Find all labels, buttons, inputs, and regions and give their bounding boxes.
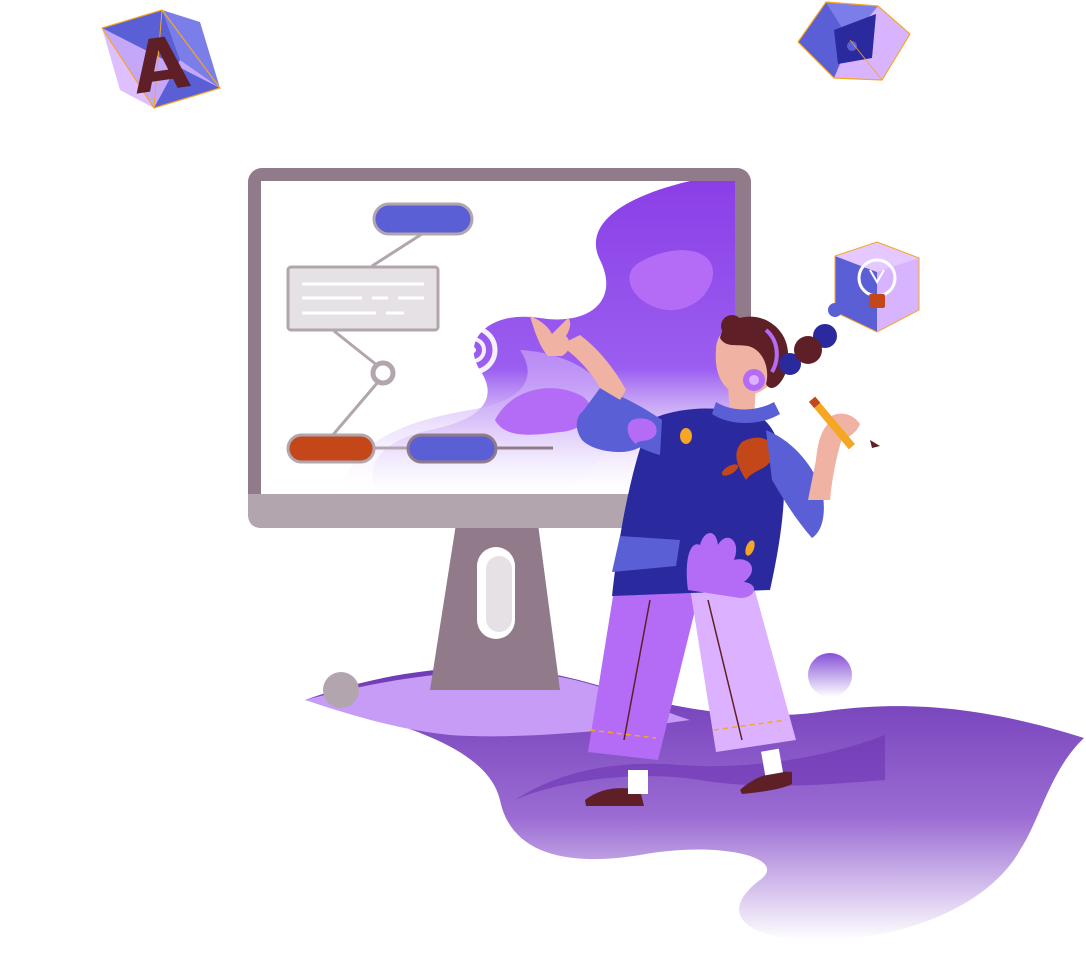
cube-letter: A	[127, 19, 194, 110]
flowchart-node-top	[372, 202, 474, 236]
thought-dot	[828, 303, 842, 317]
small-orb	[323, 672, 359, 708]
flowchart-junction	[370, 360, 396, 386]
ground-blob	[305, 667, 1084, 941]
orb	[808, 653, 852, 697]
graduation-cap-cube-icon	[797, 1, 911, 81]
flowchart-node-blue	[406, 433, 498, 464]
flowchart-node-rust	[286, 433, 376, 464]
letter-cube-icon: A	[101, 9, 221, 110]
illustration-scene: A	[101, 1, 1084, 941]
lightbulb-cube-icon	[834, 241, 920, 333]
